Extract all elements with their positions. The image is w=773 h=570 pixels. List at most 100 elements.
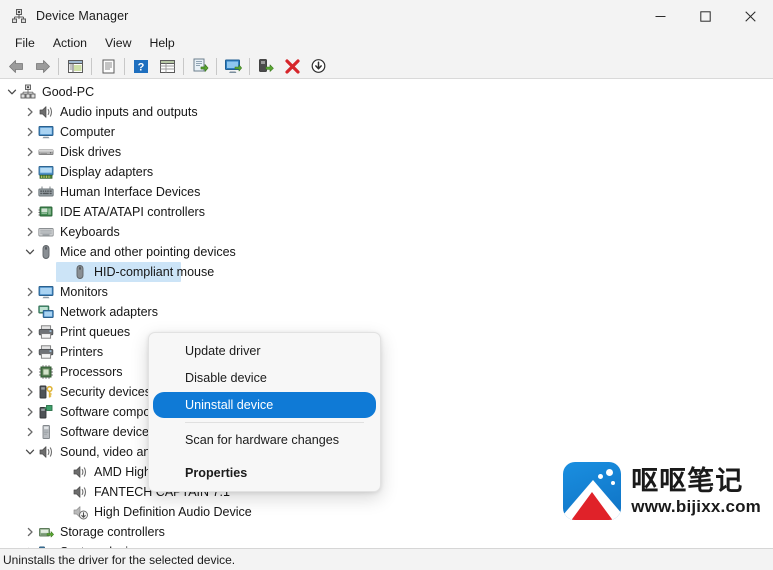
speaker-icon bbox=[38, 444, 54, 460]
maximize-button[interactable] bbox=[683, 0, 728, 32]
chevron-right-icon[interactable] bbox=[22, 204, 38, 220]
context-menu-item-scan-for-hardware-changes[interactable]: Scan for hardware changes bbox=[153, 427, 376, 453]
tree-item[interactable]: Print queues bbox=[0, 322, 773, 342]
minimize-button[interactable] bbox=[638, 0, 683, 32]
enable-device-icon[interactable] bbox=[253, 55, 279, 78]
tree-item-label: System devices bbox=[60, 544, 148, 548]
tree-item-label: Monitors bbox=[60, 285, 108, 299]
title-bar: Device Manager bbox=[0, 0, 773, 32]
context-menu-item-uninstall-device[interactable]: Uninstall device bbox=[153, 392, 376, 418]
tree-item-label: Processors bbox=[60, 365, 123, 379]
tree-item[interactable]: Keyboards bbox=[0, 222, 773, 242]
disk-drive-icon bbox=[38, 144, 54, 160]
computer-root-icon bbox=[20, 84, 36, 100]
menu-action[interactable]: Action bbox=[44, 33, 96, 53]
tree-item[interactable]: Audio inputs and outputs bbox=[0, 102, 773, 122]
device-manager-icon bbox=[11, 8, 27, 24]
context-menu-item-disable-device[interactable]: Disable device bbox=[153, 365, 376, 391]
tree-item[interactable]: Human Interface Devices bbox=[0, 182, 773, 202]
toolbar-separator bbox=[249, 57, 250, 75]
tree-item[interactable]: IDE ATA/ATAPI controllers bbox=[0, 202, 773, 222]
storage-controller-icon bbox=[38, 524, 54, 540]
chevron-right-icon[interactable] bbox=[22, 124, 38, 140]
chevron-right-icon[interactable] bbox=[22, 284, 38, 300]
chevron-right-icon[interactable] bbox=[22, 384, 38, 400]
show-hide-console-tree-icon[interactable] bbox=[62, 55, 88, 78]
chevron-right-icon[interactable] bbox=[22, 364, 38, 380]
tree-item[interactable]: Software devices bbox=[0, 422, 773, 442]
toolbar-separator bbox=[124, 57, 125, 75]
tree-item[interactable]: Sound, video and game controllers bbox=[0, 442, 773, 462]
toolbar-separator bbox=[58, 57, 59, 75]
properties-icon[interactable] bbox=[95, 55, 121, 78]
chevron-right-icon[interactable] bbox=[22, 144, 38, 160]
software-component-icon bbox=[38, 404, 54, 420]
scan-hardware-changes-icon[interactable] bbox=[220, 55, 246, 78]
tree-item[interactable]: System devices bbox=[0, 542, 773, 548]
chevron-right-icon[interactable] bbox=[22, 184, 38, 200]
tree-item[interactable]: Printers bbox=[0, 342, 773, 362]
tree-item[interactable]: AMD High Definition Audio Device bbox=[0, 462, 773, 482]
close-button[interactable] bbox=[728, 0, 773, 32]
device-tree: Good-PC Audio inputs and outputs Computer D… bbox=[0, 79, 773, 548]
update-driver-icon[interactable] bbox=[187, 55, 213, 78]
chevron-right-icon[interactable] bbox=[22, 424, 38, 440]
speaker-icon bbox=[38, 104, 54, 120]
chevron-right-icon[interactable] bbox=[22, 324, 38, 340]
chevron-right-icon[interactable] bbox=[22, 404, 38, 420]
tree-item[interactable]: High Definition Audio Device bbox=[0, 502, 773, 522]
device-manager-window: Device Manager File Action View Help ? G… bbox=[0, 0, 773, 570]
context-menu-spacer bbox=[153, 454, 376, 459]
tree-item[interactable]: Monitors bbox=[0, 282, 773, 302]
chevron-right-icon[interactable] bbox=[22, 104, 38, 120]
tree-item[interactable]: Storage controllers bbox=[0, 522, 773, 542]
chevron-right-icon[interactable] bbox=[22, 224, 38, 240]
toolbar-separator bbox=[216, 57, 217, 75]
menu-help[interactable]: Help bbox=[140, 33, 183, 53]
tree-item[interactable]: Processors bbox=[0, 362, 773, 382]
context-menu-item-update-driver[interactable]: Update driver bbox=[153, 338, 376, 364]
mouse-icon bbox=[38, 244, 54, 260]
chevron-right-icon[interactable] bbox=[22, 524, 38, 540]
tree-item-label: IDE ATA/ATAPI controllers bbox=[60, 205, 205, 219]
tree-item[interactable]: FANTECH CAPTAIN 7.1 bbox=[0, 482, 773, 502]
display-adapter-icon bbox=[38, 164, 54, 180]
svg-text:?: ? bbox=[138, 61, 145, 73]
tree-item[interactable]: Computer bbox=[0, 122, 773, 142]
tree-item[interactable]: Network adapters bbox=[0, 302, 773, 322]
chevron-right-icon[interactable] bbox=[22, 544, 38, 548]
chevron-right-icon[interactable] bbox=[22, 304, 38, 320]
help-icon[interactable]: ? bbox=[128, 55, 154, 78]
tree-item[interactable]: Disk drives bbox=[0, 142, 773, 162]
chevron-down-icon[interactable] bbox=[22, 444, 38, 460]
toolbar-separator bbox=[183, 57, 184, 75]
tree-item-label: Audio inputs and outputs bbox=[60, 105, 198, 119]
speaker-icon bbox=[72, 484, 88, 500]
menu-file[interactable]: File bbox=[6, 33, 44, 53]
chevron-down-icon[interactable] bbox=[4, 84, 20, 100]
tree-item[interactable]: Display adapters bbox=[0, 162, 773, 182]
chevron-right-icon[interactable] bbox=[22, 164, 38, 180]
chevron-down-icon[interactable] bbox=[22, 244, 38, 260]
disable-device-icon[interactable] bbox=[305, 55, 331, 78]
context-menu-item-properties[interactable]: Properties bbox=[153, 460, 376, 486]
back-arrow-icon[interactable] bbox=[3, 55, 29, 78]
device-tree-panel[interactable]: Good-PC Audio inputs and outputs Computer D… bbox=[0, 79, 773, 548]
tree-item-label: Display adapters bbox=[60, 165, 154, 179]
printer-icon bbox=[38, 344, 54, 360]
tree-item[interactable]: Good-PC bbox=[0, 82, 773, 102]
menu-view[interactable]: View bbox=[96, 33, 140, 53]
tree-item[interactable]: Mice and other pointing devices bbox=[0, 242, 773, 262]
chevron-right-icon[interactable] bbox=[22, 344, 38, 360]
tree-item[interactable]: Software components bbox=[0, 402, 773, 422]
tree-item-label: Disk drives bbox=[60, 145, 122, 159]
tree-item[interactable]: HID-compliant mouse bbox=[0, 262, 773, 282]
view-layout-icon[interactable] bbox=[154, 55, 180, 78]
forward-arrow-icon[interactable] bbox=[29, 55, 55, 78]
tree-item[interactable]: Security devices bbox=[0, 382, 773, 402]
menu-bar: File Action View Help bbox=[0, 32, 773, 54]
context-menu[interactable]: Update driver Disable device Uninstall d… bbox=[148, 332, 381, 492]
uninstall-device-icon[interactable] bbox=[279, 55, 305, 78]
